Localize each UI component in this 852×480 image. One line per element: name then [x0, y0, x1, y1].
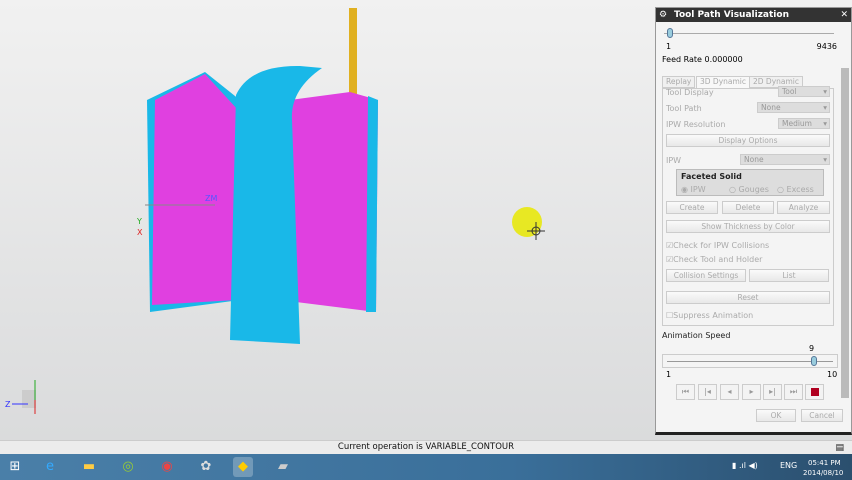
tool-display-select[interactable]: Tool	[778, 86, 830, 97]
playback-slider[interactable]	[664, 33, 834, 34]
animation-speed-label: Animation Speed	[662, 331, 731, 340]
ipw-select[interactable]: None	[740, 154, 830, 165]
clock-date[interactable]: 2014/08/10	[803, 469, 843, 477]
ipw-resolution-select[interactable]: Medium	[778, 118, 830, 129]
radio-excess[interactable]: ○ Excess	[777, 185, 814, 194]
nx-app-icon[interactable]: ◆	[233, 457, 253, 477]
language-indicator[interactable]: ENG	[780, 461, 797, 470]
part-left-block	[152, 74, 238, 305]
playback-slider-handle[interactable]	[667, 28, 673, 38]
part-right-block	[290, 92, 378, 312]
play-forward-button[interactable]: ▸	[742, 384, 761, 400]
internet-explorer-icon[interactable]: e	[40, 457, 60, 477]
tool-display-label: Tool Display	[666, 88, 714, 97]
windows-start-icon[interactable]: ⊞	[5, 457, 25, 477]
faceted-solid-group: Faceted Solid ◉ IPW ○ Gouges ○ Excess	[676, 169, 824, 196]
close-icon[interactable]: ✕	[840, 8, 848, 22]
radio-gouges[interactable]: ○ Gouges	[729, 185, 769, 194]
faceted-solid-label: Faceted Solid	[681, 172, 742, 181]
dialog-title-bar: ⚙ Tool Path Visualization ✕	[656, 8, 851, 22]
axis-label-x: X	[137, 228, 143, 237]
cancel-button[interactable]: Cancel	[801, 409, 843, 422]
check-tool-holder-checkbox[interactable]: ☑Check Tool and Holder	[666, 255, 762, 264]
radio-ipw[interactable]: ◉ IPW	[681, 185, 706, 194]
check-ipw-collisions-checkbox[interactable]: ☑Check for IPW Collisions	[666, 241, 769, 250]
speed-max: 10	[827, 370, 838, 379]
triad-icon: Z	[5, 380, 36, 414]
delete-button[interactable]: Delete	[722, 201, 774, 214]
speed-slider[interactable]	[662, 354, 838, 368]
svg-text:Z: Z	[5, 400, 11, 409]
scrollbar[interactable]	[841, 68, 849, 398]
tool-app-icon[interactable]: ✿	[196, 457, 216, 477]
taskbar: ⊞ e ▬ ◎ ◉ ✿ ◆ ▰ ▮ .ıl ◀) ENG 05:41 PM 20…	[0, 454, 852, 480]
stop-icon	[810, 388, 819, 396]
part-right-edge	[366, 96, 378, 312]
feed-rate: Feed Rate 0.000000	[662, 55, 743, 64]
tray-icons[interactable]: ▮ .ıl ◀)	[732, 461, 758, 470]
speed-slider-handle[interactable]	[811, 356, 817, 366]
ipw-resolution-label: IPW Resolution	[666, 120, 726, 129]
status-bar: Current operation is VARIABLE_CONTOUR ▤	[0, 440, 852, 454]
step-forward-button[interactable]: ▸|	[763, 384, 782, 400]
part-model: ZM Y X Z	[5, 8, 545, 414]
gear-icon[interactable]: ⚙	[659, 8, 667, 22]
axis-label-y: Y	[136, 217, 142, 226]
file-explorer-icon[interactable]: ▬	[79, 457, 99, 477]
list-button[interactable]: List	[749, 269, 829, 282]
tab-3d-dynamic[interactable]: 3D Dynamic	[696, 76, 751, 88]
reset-button[interactable]: Reset	[666, 291, 830, 304]
axis-label-zm: ZM	[205, 194, 217, 203]
clock-time[interactable]: 05:41 PM	[808, 459, 841, 467]
tool-path-select[interactable]: None	[757, 102, 830, 113]
show-thickness-button[interactable]: Show Thickness by Color	[666, 220, 830, 233]
stop-button[interactable]	[805, 384, 824, 400]
ok-button[interactable]: OK	[756, 409, 796, 422]
create-button[interactable]: Create	[666, 201, 718, 214]
rewind-to-start-button[interactable]: ⏮	[676, 384, 695, 400]
slider-min: 1	[666, 42, 672, 51]
display-options-button[interactable]: Display Options	[666, 134, 830, 147]
status-text: Current operation is VARIABLE_CONTOUR	[337, 442, 515, 452]
cursor-highlight	[512, 207, 542, 237]
step-back-button[interactable]: |◂	[698, 384, 717, 400]
ipw-label: IPW	[666, 156, 682, 165]
analyze-button[interactable]: Analyze	[777, 201, 830, 214]
chrome-icon[interactable]: ◉	[157, 457, 177, 477]
slider-max: 9436	[816, 42, 837, 51]
app-icon[interactable]: ◎	[118, 457, 138, 477]
play-backward-button[interactable]: ◂	[720, 384, 739, 400]
speed-value: 9	[809, 344, 815, 353]
tab-replay[interactable]: Replay	[662, 76, 696, 88]
suppress-animation-checkbox[interactable]: ☐Suppress Animation	[666, 311, 753, 320]
dialog-title: Tool Path Visualization	[674, 10, 789, 20]
fast-forward-to-end-button[interactable]: ⏭	[784, 384, 803, 400]
tool-path-label: Tool Path	[666, 104, 702, 113]
recorder-app-icon[interactable]: ▰	[273, 457, 293, 477]
collision-settings-button[interactable]: Collision Settings	[666, 269, 746, 282]
speed-min: 1	[666, 370, 672, 379]
tool-shank	[349, 8, 357, 96]
tool-path-visualization-dialog: ⚙ Tool Path Visualization ✕ 1 9436 Feed …	[655, 7, 852, 435]
